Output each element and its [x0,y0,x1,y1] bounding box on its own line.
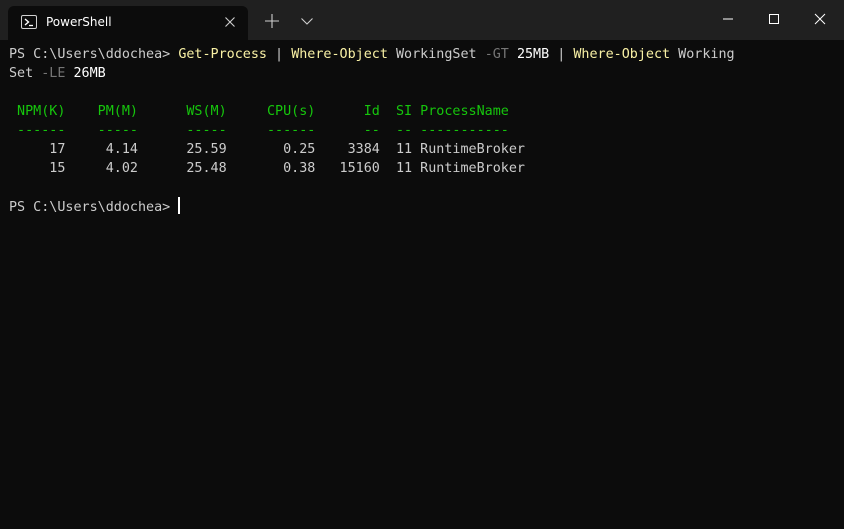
close-icon [814,13,826,25]
command-where-object: Where-Object [573,47,671,62]
maximize-icon [769,14,779,24]
parameter-gt: -GT [484,47,509,62]
tab-powershell[interactable]: PowerShell [8,6,248,40]
prompt-text: PS C:\Users\ddochea> [9,47,179,62]
value-25mb: 25MB [516,47,550,62]
pipe-operator: | [549,47,574,62]
terminal-window: PowerShell PS C:\Users\ddochea> Get-Proc… [0,0,844,529]
table-row: 15 4.02 25.48 0.38 15160 11 RuntimeBroke… [9,161,525,176]
prompt-text: PS C:\Users\ddochea> [9,200,179,215]
table-separator: ------ ----- ----- ------ -- -- --------… [9,123,509,138]
command-line: PS C:\Users\ddochea> Get-Process | Where… [9,45,839,64]
command-where-object: Where-Object [291,47,388,62]
title-bar: PowerShell [0,0,844,40]
close-window-button[interactable] [797,0,843,38]
parameter-le: -LE [41,66,66,81]
tab-title: PowerShell [46,15,112,29]
maximize-button[interactable] [751,0,797,38]
argument-workingset: WorkingSet [387,47,485,62]
plus-icon[interactable] [262,11,282,31]
argument-set: Set [9,66,42,81]
minimize-button[interactable] [705,0,751,38]
prompt-line: PS C:\Users\ddochea> [9,197,839,216]
minimize-icon [723,18,733,20]
table-header: NPM(K) PM(M) WS(M) CPU(s) Id SI ProcessN… [9,104,509,119]
text-cursor [178,197,180,214]
argument-working: Working [670,47,735,62]
close-icon[interactable] [222,14,238,30]
chevron-down-icon[interactable] [297,11,317,31]
command-line-wrap: Set -LE 26MB [9,64,839,83]
terminal-output[interactable]: PS C:\Users\ddochea> Get-Process | Where… [9,45,839,216]
powershell-icon [21,15,37,29]
command-get-process: Get-Process [178,47,267,62]
value-26mb: 26MB [73,66,106,81]
pipe-operator: | [267,47,292,62]
table-row: 17 4.14 25.59 0.25 3384 11 RuntimeBroker [9,142,525,157]
